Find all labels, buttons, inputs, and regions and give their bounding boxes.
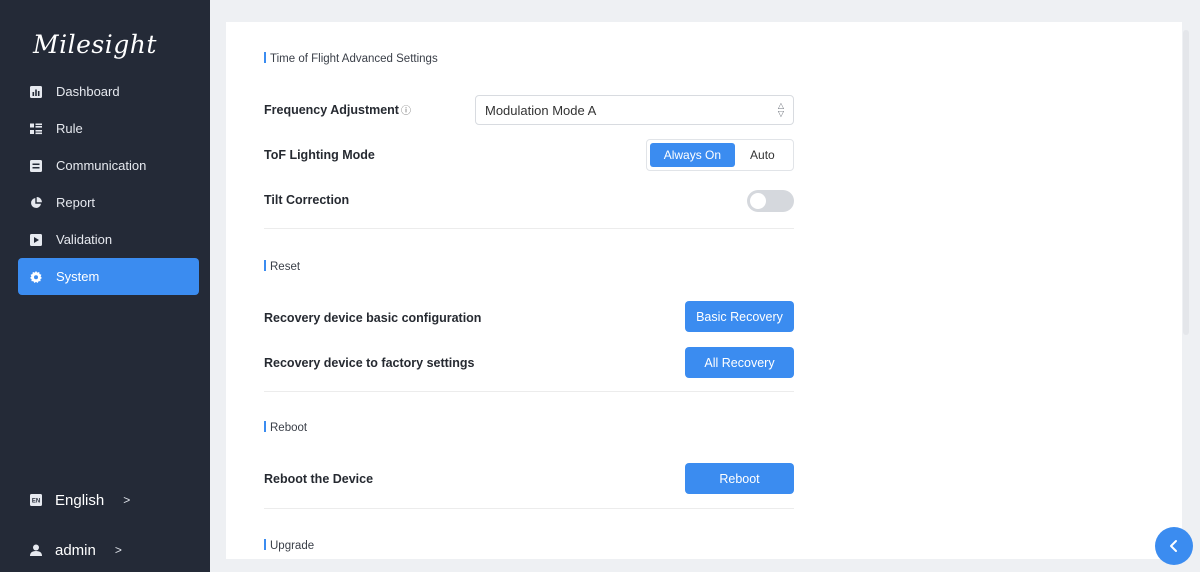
frequency-label-text: Frequency Adjustment bbox=[264, 103, 399, 117]
frequency-select-value: Modulation Mode A bbox=[485, 102, 597, 118]
frequency-select[interactable]: Modulation Mode A △ ▽ bbox=[475, 95, 794, 125]
brand-logo: Milesight bbox=[33, 30, 157, 59]
frequency-label: Frequency Adjustment ⓘ bbox=[264, 102, 411, 117]
basic-recovery-button[interactable]: Basic Recovery bbox=[685, 301, 794, 332]
en-badge-text: EN bbox=[32, 499, 40, 505]
communication-icon bbox=[30, 159, 42, 172]
sidebar-nav: Dashboard Rule Communication Report Vali… bbox=[18, 73, 199, 295]
gear-icon bbox=[30, 270, 42, 283]
validation-icon bbox=[30, 233, 42, 246]
sidebar: Milesight Dashboard Rule Communication R… bbox=[0, 0, 210, 572]
lighting-mode-always-on[interactable]: Always On bbox=[650, 143, 735, 167]
sidebar-item-label: Report bbox=[56, 195, 96, 210]
factory-recovery-label: Recovery device to factory settings bbox=[264, 356, 475, 370]
sidebar-item-label: Dashboard bbox=[56, 84, 120, 99]
select-arrows-icon: △ ▽ bbox=[777, 101, 784, 118]
user-label: admin bbox=[55, 541, 96, 559]
sidebar-item-label: Rule bbox=[56, 121, 83, 136]
sidebar-item-dashboard[interactable]: Dashboard bbox=[18, 73, 199, 110]
sidebar-item-rule[interactable]: Rule bbox=[18, 110, 199, 147]
lighting-mode-label: ToF Lighting Mode bbox=[264, 148, 375, 162]
report-pie-icon bbox=[30, 196, 42, 209]
dashboard-icon bbox=[30, 85, 42, 98]
reboot-label: Reboot the Device bbox=[264, 472, 374, 486]
tilt-correction-switch[interactable] bbox=[747, 190, 794, 212]
tilt-correction-label: Tilt Correction bbox=[264, 193, 350, 207]
sidebar-item-label: System bbox=[56, 269, 100, 284]
switch-knob bbox=[750, 193, 766, 209]
section-title-tof: Time of Flight Advanced Settings bbox=[264, 52, 438, 65]
sidebar-item-validation[interactable]: Validation bbox=[18, 221, 199, 258]
divider bbox=[264, 228, 794, 229]
language-label: English bbox=[55, 491, 105, 509]
user-icon bbox=[30, 544, 42, 556]
chevron-right-icon: > bbox=[123, 493, 131, 507]
sidebar-item-label: Communication bbox=[56, 158, 147, 173]
en-badge-icon: EN bbox=[30, 494, 42, 506]
sidebar-item-system[interactable]: System bbox=[18, 258, 199, 295]
divider bbox=[264, 508, 794, 509]
basic-recovery-label: Recovery device basic configuration bbox=[264, 311, 482, 325]
language-selector[interactable]: EN English > bbox=[30, 487, 200, 513]
settings-panel: Time of Flight Advanced Settings Frequen… bbox=[226, 22, 1182, 559]
section-title-reboot: Reboot bbox=[264, 421, 307, 434]
sidebar-item-report[interactable]: Report bbox=[18, 184, 199, 221]
reboot-button[interactable]: Reboot bbox=[685, 463, 794, 494]
chevron-right-icon: > bbox=[114, 543, 122, 557]
sidebar-item-label: Validation bbox=[56, 232, 113, 247]
vertical-scrollbar[interactable] bbox=[1183, 30, 1189, 335]
chevron-left-icon bbox=[1170, 540, 1177, 552]
rule-icon bbox=[30, 123, 42, 135]
info-icon[interactable]: ⓘ bbox=[401, 106, 411, 117]
section-title-upgrade: Upgrade bbox=[264, 539, 314, 552]
lighting-mode-auto[interactable]: Auto bbox=[735, 143, 790, 167]
sidebar-item-communication[interactable]: Communication bbox=[18, 147, 199, 184]
section-title-reset: Reset bbox=[264, 260, 300, 273]
user-menu[interactable]: admin > bbox=[30, 537, 200, 563]
lighting-mode-toggle: Always On Auto bbox=[646, 139, 794, 171]
divider bbox=[264, 391, 794, 392]
collapse-button[interactable] bbox=[1155, 527, 1193, 565]
app-root: Milesight Dashboard Rule Communication R… bbox=[0, 0, 1200, 572]
all-recovery-button[interactable]: All Recovery bbox=[685, 347, 794, 378]
